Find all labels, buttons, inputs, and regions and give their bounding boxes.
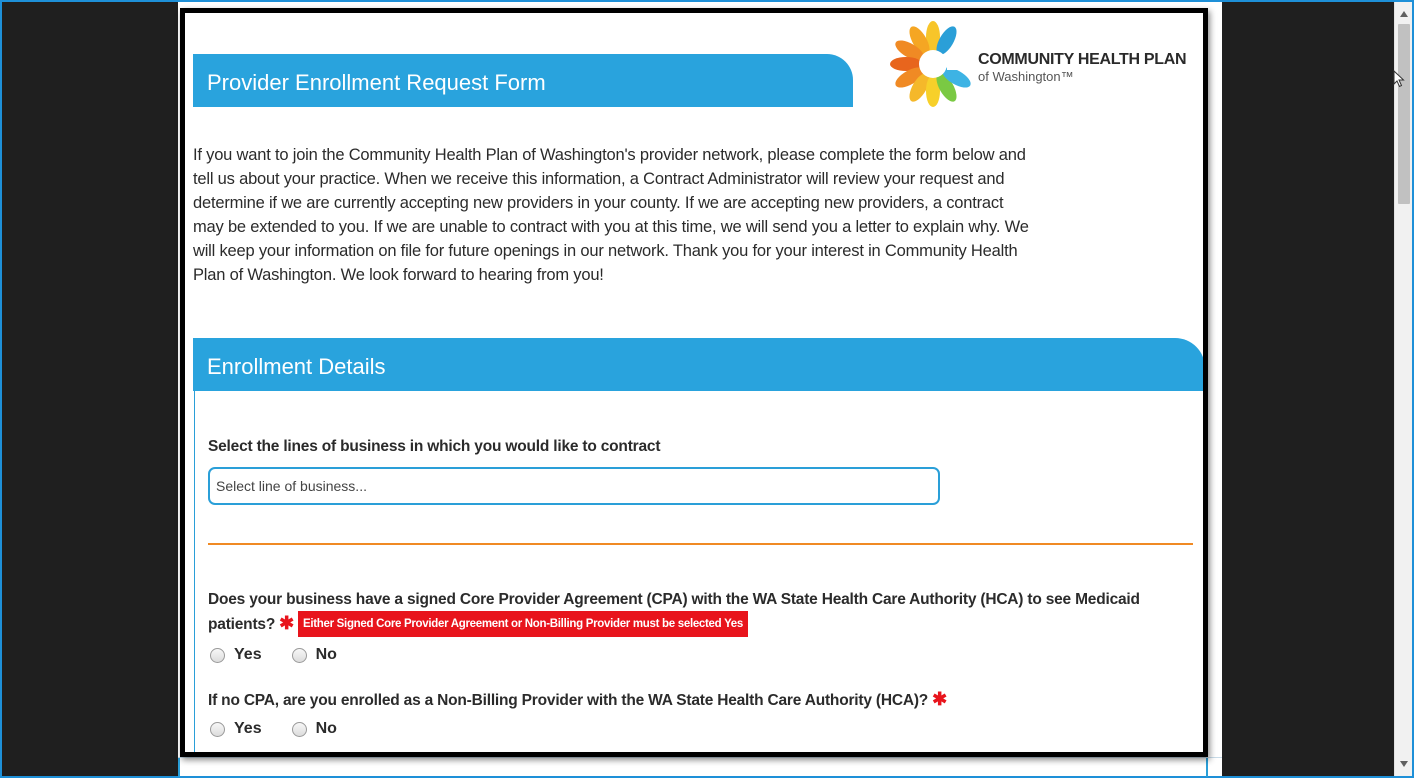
- left-backdrop: [2, 2, 178, 776]
- cpa-no-label: No: [315, 646, 337, 663]
- chpw-logo: COMMUNITY HEALTH PLAN of Washington™: [890, 17, 1200, 112]
- cpa-no-radio[interactable]: [291, 647, 307, 663]
- vertical-scrollbar[interactable]: [1394, 2, 1412, 776]
- cpa-no-option[interactable]: No: [291, 646, 337, 664]
- non-billing-no-radio[interactable]: [291, 721, 307, 737]
- section-title: Enrollment Details: [193, 338, 1203, 391]
- intro-paragraph: If you want to join the Community Health…: [193, 146, 1029, 284]
- line-of-business-label: Select the lines of business in which yo…: [208, 438, 661, 455]
- non-billing-question: If no CPA, are you enrolled as a Non-Bil…: [208, 689, 951, 710]
- non-billing-yes-option[interactable]: Yes: [210, 720, 262, 738]
- required-asterisk-icon: ✱: [932, 689, 947, 709]
- non-billing-no-option[interactable]: No: [291, 720, 337, 738]
- page-edge-right: [1206, 758, 1208, 777]
- validation-error-badge: Either Signed Core Provider Agreement or…: [298, 611, 748, 637]
- non-billing-radio-group: Yes No: [210, 720, 367, 738]
- page-edge-left: [178, 758, 180, 777]
- cpa-yes-radio[interactable]: [210, 647, 225, 663]
- form-title: Provider Enrollment Request Form: [193, 54, 853, 107]
- cpa-question: Does your business have a signed Core Pr…: [208, 589, 1168, 637]
- required-asterisk-icon: ✱: [279, 613, 294, 633]
- right-backdrop: [1222, 2, 1394, 776]
- enrollment-form: Provider Enrollment Request Form COMMUNI…: [180, 8, 1208, 757]
- line-of-business-select[interactable]: [208, 467, 940, 505]
- cpa-yes-option[interactable]: Yes: [210, 646, 262, 664]
- non-billing-question-text: If no CPA, are you enrolled as a Non-Bil…: [208, 692, 929, 709]
- logo-subtitle: of Washington™: [978, 69, 1074, 84]
- cpa-yes-label: Yes: [234, 646, 262, 663]
- scroll-thumb[interactable]: [1398, 24, 1410, 204]
- non-billing-yes-label: Yes: [234, 720, 262, 737]
- logo-name: COMMUNITY HEALTH PLAN: [978, 51, 1187, 68]
- scroll-down-icon[interactable]: [1395, 756, 1413, 772]
- section-divider: [208, 543, 1193, 545]
- non-billing-no-label: No: [315, 720, 337, 737]
- scroll-up-icon[interactable]: [1395, 6, 1413, 22]
- page-bottom-strip: [178, 757, 1222, 777]
- mouse-cursor-icon: [1393, 70, 1405, 88]
- non-billing-yes-radio[interactable]: [210, 721, 225, 737]
- cpa-radio-group: Yes No: [210, 646, 367, 664]
- sunburst-logo-icon: [890, 21, 971, 107]
